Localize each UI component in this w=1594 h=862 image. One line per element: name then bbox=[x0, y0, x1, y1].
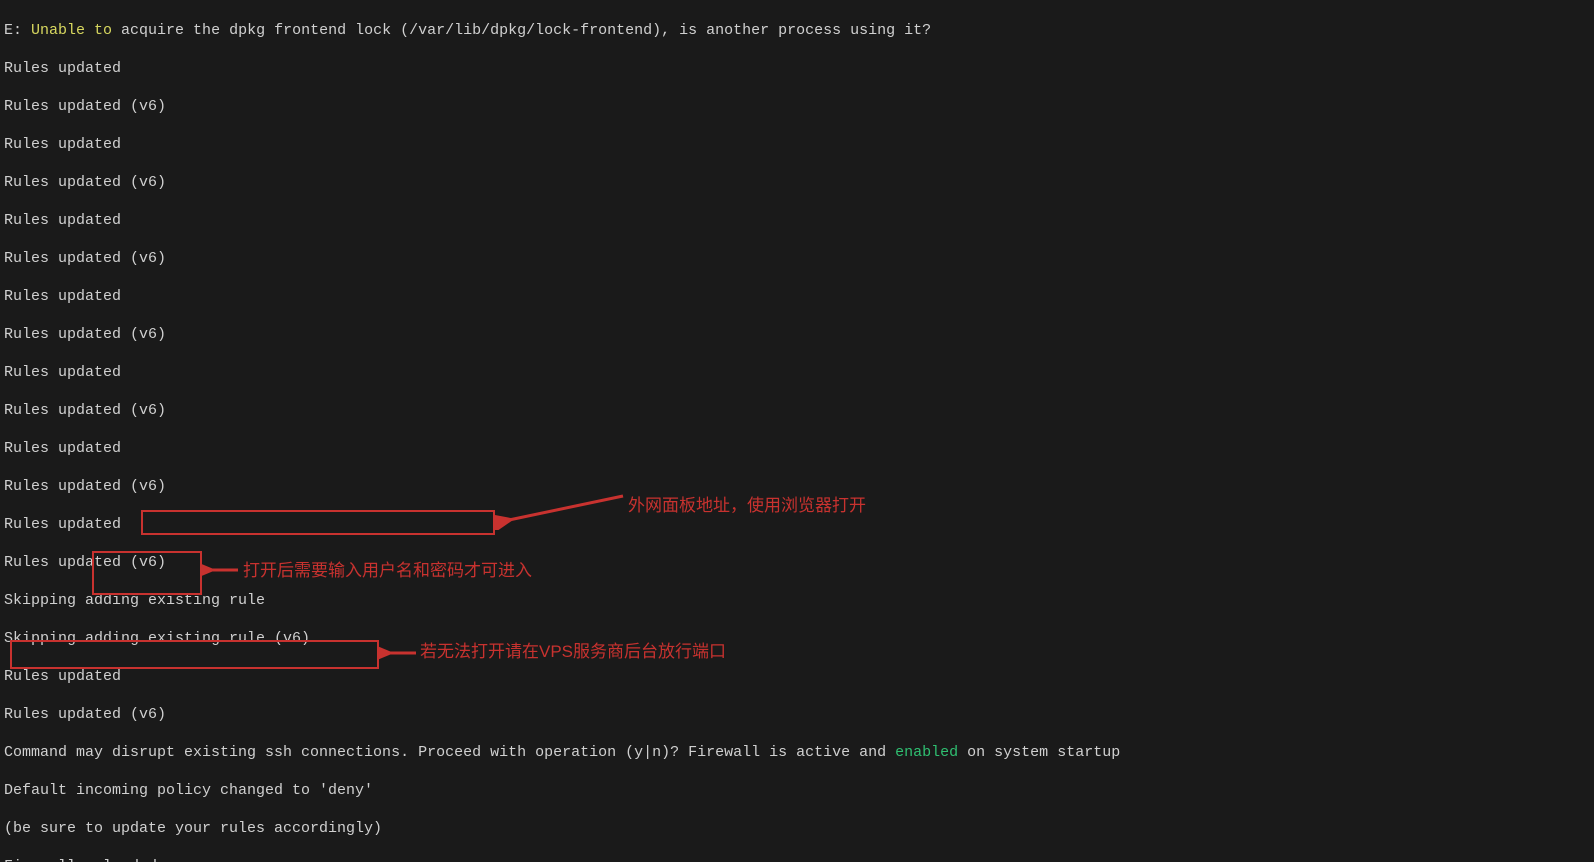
annotation-port: 若无法打开请在VPS服务商后台放行端口 bbox=[420, 642, 726, 661]
firewall-line: Command may disrupt existing ssh connect… bbox=[4, 743, 1590, 762]
rules-line: Rules updated (v6) bbox=[4, 97, 1590, 116]
rules-line: Rules updated bbox=[4, 667, 1590, 686]
rules-line: Rules updated (v6) bbox=[4, 249, 1590, 268]
rules-line: Rules updated (v6) bbox=[4, 401, 1590, 420]
rules-line: Rules updated bbox=[4, 439, 1590, 458]
rules-line: Rules updated (v6) bbox=[4, 325, 1590, 344]
error-line: E: Unable to acquire the dpkg frontend l… bbox=[4, 21, 1590, 40]
rules-line: Rules updated bbox=[4, 515, 1590, 534]
terminal-output: E: Unable to acquire the dpkg frontend l… bbox=[0, 0, 1594, 862]
rules-line: Rules updated bbox=[4, 211, 1590, 230]
rules-line: Rules updated bbox=[4, 287, 1590, 306]
rules-line: Rules updated (v6) bbox=[4, 477, 1590, 496]
besure-line: (be sure to update your rules accordingl… bbox=[4, 819, 1590, 838]
reload-line: Firewall reloaded bbox=[4, 857, 1590, 862]
rules-line: Rules updated (v6) bbox=[4, 553, 1590, 572]
rules-line: Rules updated (v6) bbox=[4, 173, 1590, 192]
rules-line: Skipping adding existing rule bbox=[4, 591, 1590, 610]
rules-line: Skipping adding existing rule (v6) bbox=[4, 629, 1590, 648]
rules-line: Rules updated bbox=[4, 59, 1590, 78]
rules-line: Rules updated bbox=[4, 135, 1590, 154]
annotation-external: 外网面板地址，使用浏览器打开 bbox=[628, 496, 866, 515]
policy-line: Default incoming policy changed to 'deny… bbox=[4, 781, 1590, 800]
annotation-credentials: 打开后需要输入用户名和密码才可进入 bbox=[243, 561, 532, 580]
rules-line: Rules updated bbox=[4, 363, 1590, 382]
rules-line: Rules updated (v6) bbox=[4, 705, 1590, 724]
